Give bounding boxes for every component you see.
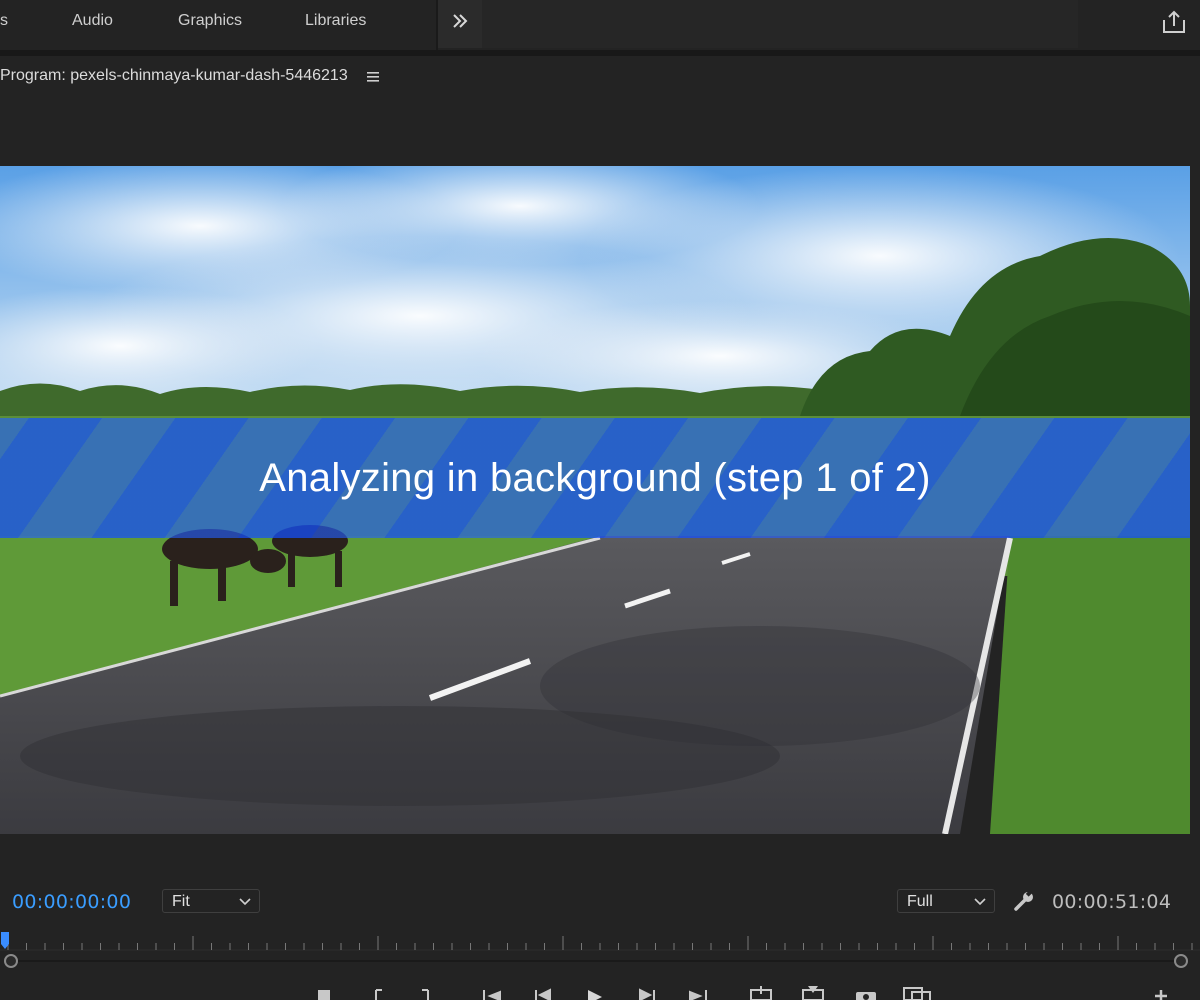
chevron-down-icon (974, 898, 986, 906)
insert-icon[interactable] (748, 984, 774, 1000)
workspace-tab-graphics[interactable]: Graphics (178, 0, 242, 44)
mark-in-icon[interactable] (372, 984, 386, 1000)
export-frame-icon[interactable] (854, 984, 878, 1000)
current-timecode[interactable]: 00:00:00:00 (12, 891, 131, 913)
zoom-level-value: Fit (172, 893, 190, 910)
duration-timecode: 00:00:51:04 (1052, 891, 1172, 913)
step-forward-icon[interactable] (636, 984, 658, 1000)
mark-out-icon[interactable] (418, 984, 432, 1000)
workspace-overflow-button[interactable] (438, 0, 482, 48)
analyzing-overlay-banner: Analyzing in background (step 1 of 2) (0, 418, 1190, 538)
add-marker-icon[interactable] (316, 984, 332, 1000)
workspace-tab-partial[interactable]: s (0, 0, 8, 44)
zoom-scroll-left-handle[interactable] (4, 954, 18, 968)
step-back-icon[interactable] (532, 984, 554, 1000)
playback-resolution-dropdown[interactable]: Full (897, 889, 995, 913)
time-ruler[interactable] (0, 930, 1200, 952)
go-to-in-icon[interactable] (480, 984, 504, 1000)
program-monitor-video[interactable]: Analyzing in background (step 1 of 2) (0, 166, 1190, 834)
zoom-level-dropdown[interactable]: Fit (162, 889, 260, 913)
playhead-marker[interactable] (0, 932, 10, 950)
chevron-double-right-icon (453, 14, 468, 28)
workspace-bar-filler (482, 0, 1078, 48)
workspace-tab-libraries[interactable]: Libraries (305, 0, 366, 44)
workspace-bar: s Audio Graphics Libraries (0, 0, 1200, 50)
chevron-down-icon (239, 898, 251, 906)
play-icon[interactable] (584, 984, 606, 1000)
panel-separator (0, 50, 1200, 56)
workspace-tab-audio[interactable]: Audio (72, 0, 113, 44)
zoom-scroll-right-handle[interactable] (1174, 954, 1188, 968)
zoom-scroll-bar[interactable] (10, 960, 1180, 962)
go-to-out-icon[interactable] (686, 984, 710, 1000)
share-export-icon[interactable] (1160, 8, 1188, 36)
playback-resolution-value: Full (907, 893, 933, 910)
analyzing-status-text: Analyzing in background (step 1 of 2) (259, 455, 931, 500)
wrench-icon[interactable] (1012, 889, 1036, 913)
hamburger-menu-icon[interactable] (366, 70, 380, 84)
button-editor-plus-icon[interactable] (1152, 984, 1170, 1000)
overwrite-icon[interactable] (800, 984, 826, 1000)
comparison-view-icon[interactable] (902, 984, 932, 1000)
panel-title: Program: pexels-chinmaya-kumar-dash-5446… (0, 67, 348, 84)
